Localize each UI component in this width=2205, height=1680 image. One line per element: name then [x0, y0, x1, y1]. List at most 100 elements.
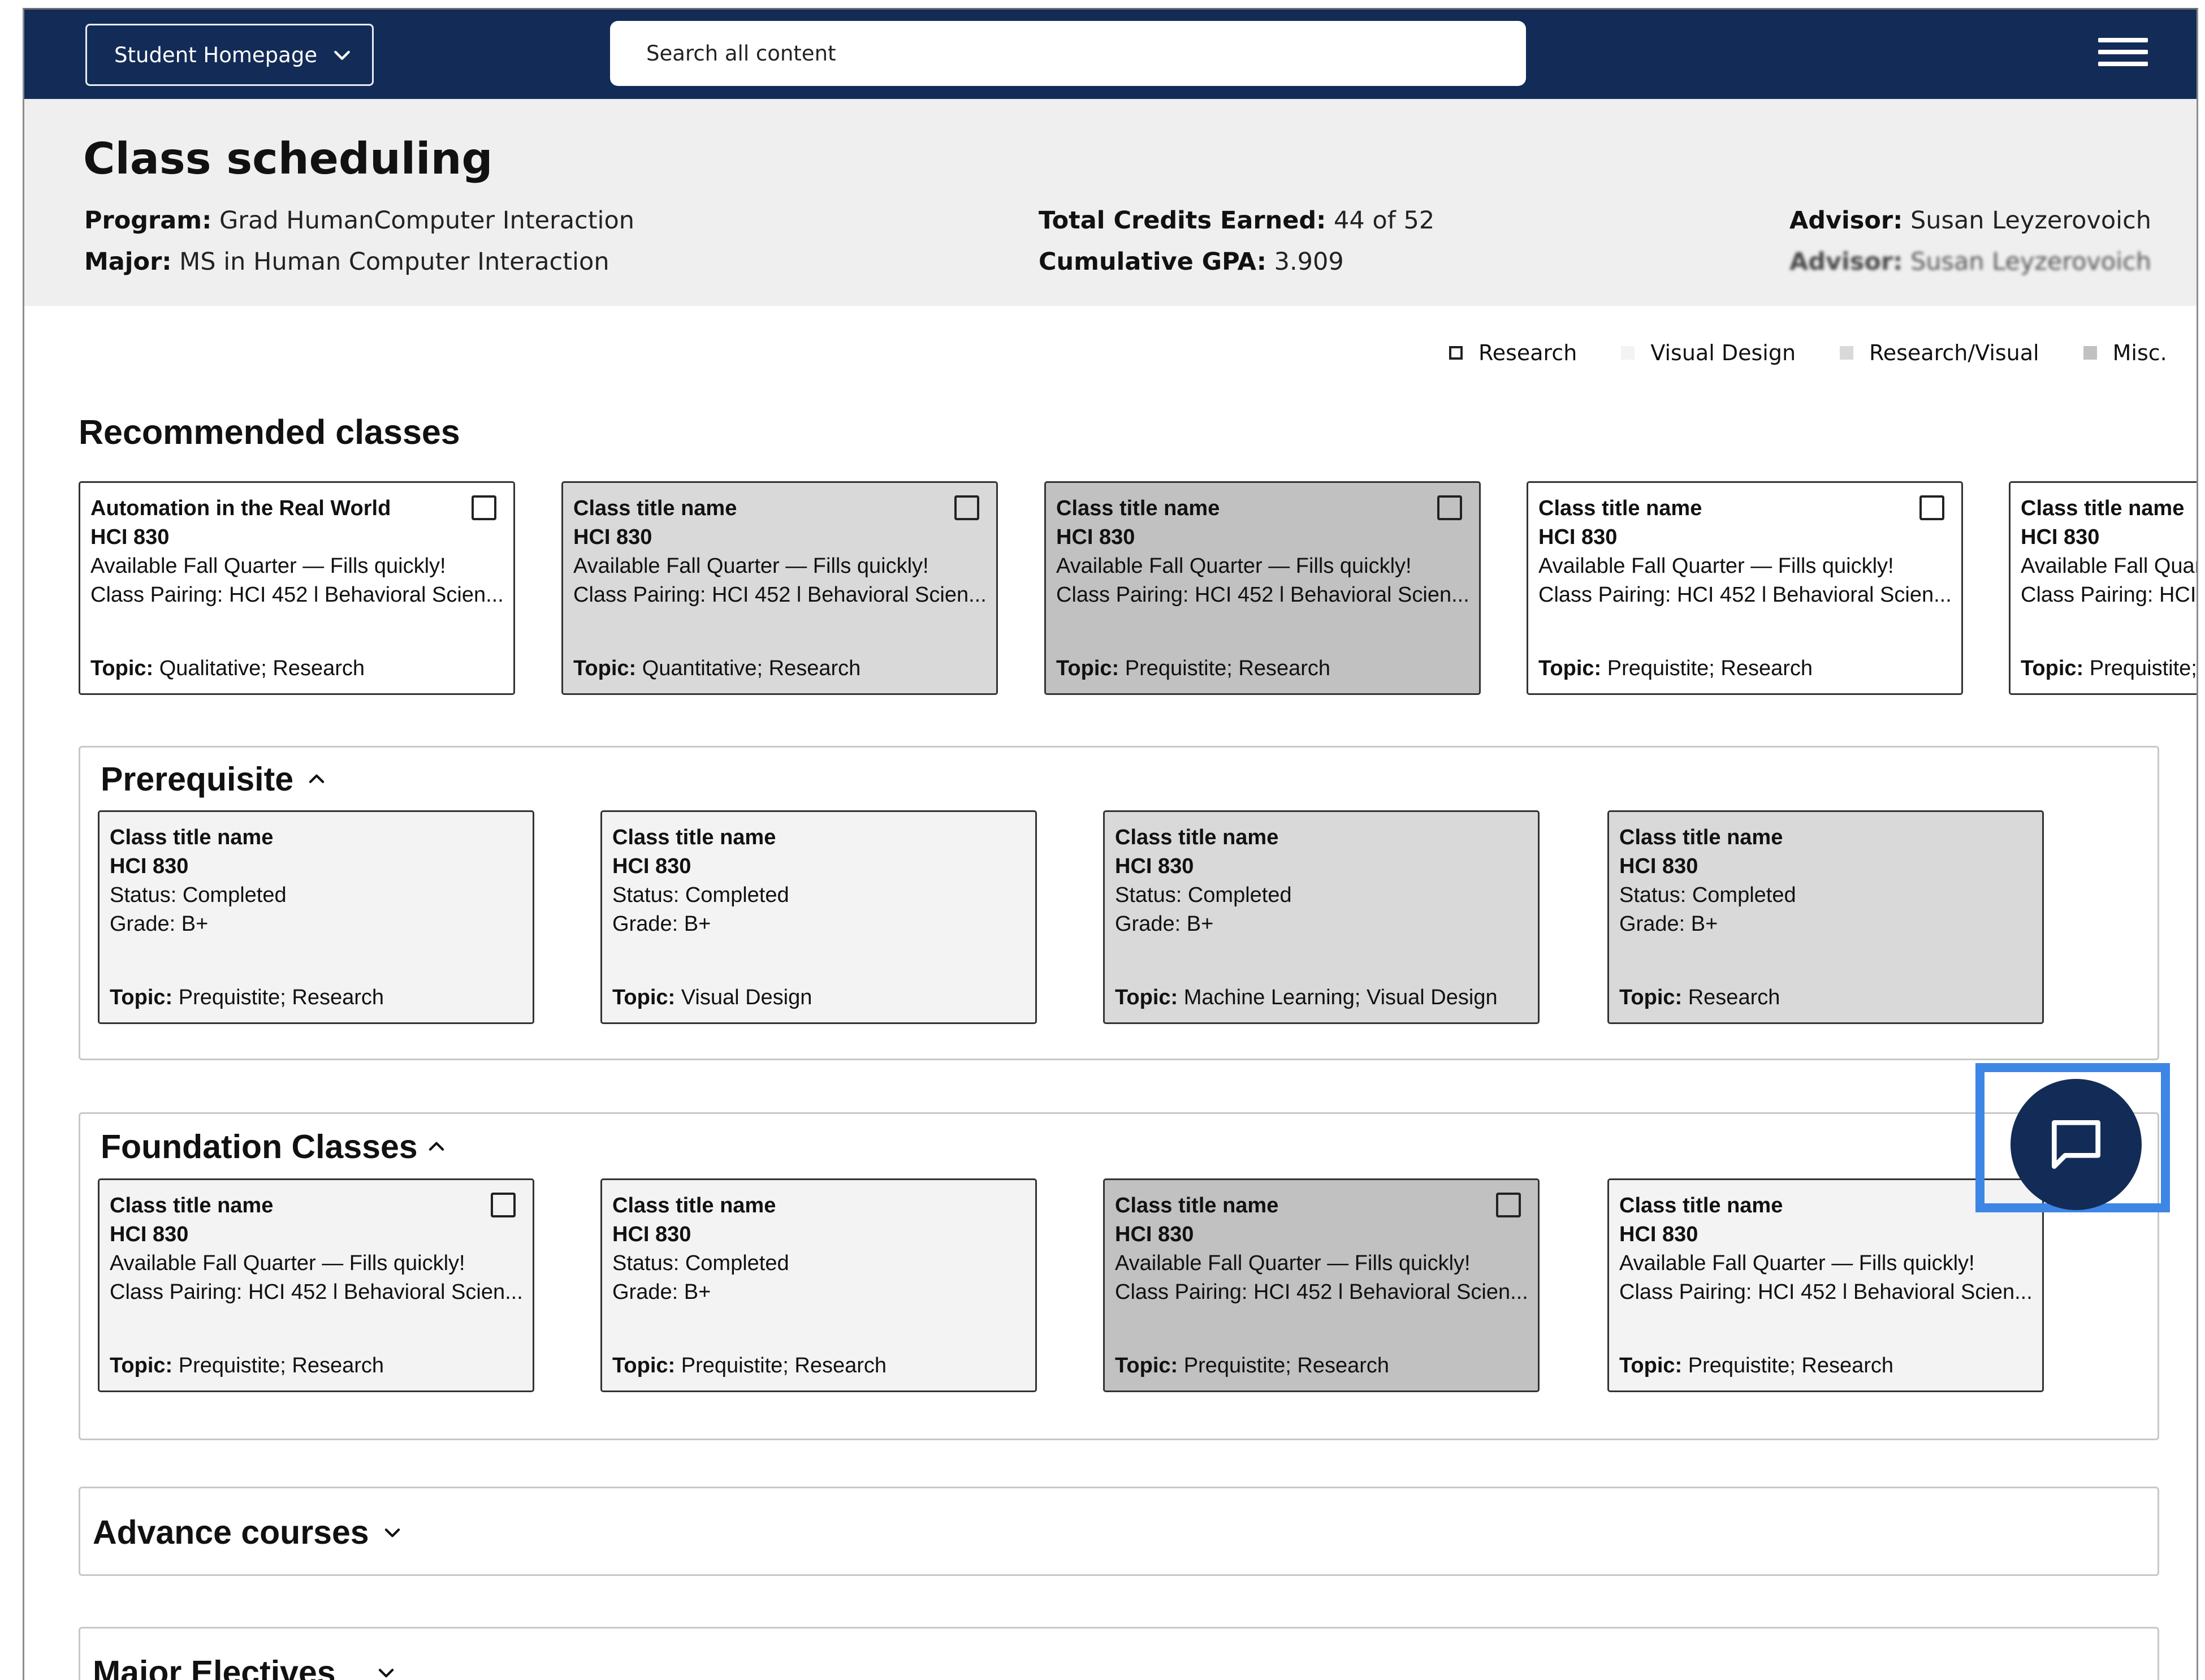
class-detail-line-2: Class Pairing: HCI 452 l Behavioral Scie… [110, 1280, 523, 1304]
class-card[interactable]: Class title name HCI 830 Status: Completed… [1607, 810, 2044, 1024]
gpa-value: 3.909 [1274, 248, 1344, 276]
legend-label: Misc. [2112, 340, 2167, 365]
topic-legend: Research Visual Design Research/Visual Misc… [1449, 340, 2167, 365]
select-checkbox[interactable] [1919, 495, 1944, 520]
topic-value: Prequistite; Research [178, 986, 384, 1009]
class-detail-line-2: Class Pairing: HCI 452 l Behavioral Scie… [1056, 583, 1469, 607]
class-topic: Topic: Prequistite; Research [2021, 654, 2197, 683]
class-title: Class title name [1115, 1194, 1279, 1217]
class-detail-line-1: Available Fall Quarter — Fills quickly! [1056, 554, 1412, 578]
student-info-panel: Class scheduling Program: Grad HumanComp… [24, 99, 2197, 306]
credits-value: 44 of 52 [1334, 206, 1435, 235]
topic-label: Topic: [1619, 986, 1683, 1009]
class-detail-line-2: Class Pairing: HCI 452 l Behavioral Scie… [1115, 1280, 1528, 1304]
class-title: Class title name [110, 1194, 274, 1217]
advisor-info-blurred: Advisor: Susan Leyzerovoich [1789, 248, 2151, 276]
class-detail-line-1: Available Fall Quarter — Fills quickly! [110, 1251, 465, 1275]
major-electives-section[interactable]: Major Electives [79, 1627, 2159, 1680]
class-title: Automation in the Real World [90, 496, 391, 520]
class-detail-line-1: Available Fall Quarter — Fills quickly! [2021, 554, 2197, 578]
legend-swatch [1449, 346, 1463, 360]
class-code: HCI 830 [90, 525, 170, 549]
chevron-up-icon [429, 1142, 444, 1151]
class-title: Class title name [612, 826, 776, 849]
class-card[interactable]: Automation in the Real World HCI 830 Avail… [79, 481, 515, 695]
major-value: MS in Human Computer Interaction [179, 248, 609, 276]
class-detail-line-1: Status: Completed [612, 1251, 789, 1275]
chevron-down-icon [334, 50, 350, 60]
class-code: HCI 830 [2021, 525, 2100, 549]
class-topic: Topic: Prequistite; Research [612, 1351, 887, 1380]
topic-label: Topic: [90, 657, 154, 680]
legend-swatch [1621, 346, 1635, 360]
search-input[interactable]: Search all content [610, 21, 1526, 86]
chevron-up-icon [309, 774, 325, 783]
class-title: Class title name [573, 496, 737, 520]
menu-icon[interactable] [2098, 38, 2148, 70]
class-detail-line-2: Class Pairing: HCI 452 l Behavioral Scie… [1538, 583, 1952, 607]
class-title: Class title name [1619, 826, 1783, 849]
class-topic: Topic: Visual Design [612, 983, 812, 1012]
prerequisite-title: Prerequisite [101, 761, 294, 798]
topic-label: Topic: [110, 1354, 173, 1377]
class-card[interactable]: Class title name HCI 830 Status: Completed… [600, 810, 1037, 1024]
advance-courses-header[interactable]: Advance courses [93, 1513, 403, 1552]
class-card[interactable]: Class title name HCI 830 Available Fall Qu… [1044, 481, 1481, 695]
major-label: Major: [84, 248, 172, 276]
class-detail-line-2: Grade: B+ [612, 1280, 711, 1304]
class-detail-line-1: Status: Completed [612, 883, 789, 907]
class-topic: Topic: Prequistite; Research [110, 983, 384, 1012]
prerequisite-header[interactable]: Prerequisite [101, 760, 327, 798]
class-detail-line-1: Available Fall Quarter — Fills quickly! [573, 554, 929, 578]
select-checkbox[interactable] [1496, 1193, 1521, 1217]
class-card[interactable]: Class title name HCI 830 Available Fall Qu… [1103, 1178, 1540, 1392]
class-card[interactable]: Class title name HCI 830 Available Fall Qu… [1527, 481, 1963, 695]
advance-courses-section[interactable]: Advance courses [79, 1487, 2159, 1576]
student-homepage-dropdown[interactable]: Student Homepage [85, 24, 374, 86]
dropdown-label: Student Homepage [114, 42, 318, 67]
legend-item: Research [1449, 340, 1577, 365]
class-card[interactable]: Class title name HCI 830 Status: Completed… [1103, 810, 1540, 1024]
topic-value: Prequistite; Research [1183, 1354, 1390, 1377]
select-checkbox[interactable] [491, 1193, 516, 1217]
advisor2-value: Susan Leyzerovoich [1910, 248, 2151, 276]
class-card[interactable]: Class title name HCI 830 Status: Completed… [600, 1178, 1037, 1392]
program-label: Program: [84, 206, 212, 235]
class-detail-line-1: Available Fall Quarter — Fills quickly! [1619, 1251, 1975, 1275]
select-checkbox[interactable] [472, 495, 496, 520]
select-checkbox[interactable] [954, 495, 979, 520]
program-info: Program: Grad HumanComputer Interaction [84, 206, 634, 235]
class-code: HCI 830 [1056, 525, 1135, 549]
class-card[interactable]: Class title name HCI 830 Available Fall Qu… [2009, 481, 2197, 695]
topic-value: Prequistite; Research [2089, 657, 2197, 680]
topic-value: Prequistite; Research [1607, 657, 1813, 680]
class-topic: Topic: Prequistite; Research [1115, 1351, 1389, 1380]
topic-value: Qualitative; Research [159, 657, 365, 680]
class-detail-line-2: Class Pairing: HCI 452 l Behavioral Scie… [1619, 1280, 2033, 1304]
major-electives-header[interactable]: Major Electives [93, 1653, 397, 1680]
chat-button[interactable] [2011, 1079, 2142, 1210]
class-card[interactable]: Class title name HCI 830 Available Fall Qu… [561, 481, 998, 695]
foundation-header[interactable]: Foundation Classes [101, 1128, 447, 1166]
class-card[interactable]: Class title name HCI 830 Status: Completed… [98, 810, 534, 1024]
chevron-down-icon [378, 1669, 394, 1678]
class-detail-line-1: Available Fall Quarter — Fills quickly! [1115, 1251, 1471, 1275]
advance-courses-title: Advance courses [93, 1514, 369, 1551]
class-card[interactable]: Class title name HCI 830 Available Fall Qu… [98, 1178, 534, 1392]
select-checkbox[interactable] [1437, 495, 1462, 520]
legend-item: Misc. [2083, 340, 2167, 365]
class-topic: Topic: Quantitative; Research [573, 654, 861, 683]
topic-label: Topic: [612, 1354, 676, 1377]
page-title: Class scheduling [83, 134, 493, 184]
legend-swatch [2083, 346, 2097, 360]
class-topic: Topic: Research [1619, 983, 1780, 1012]
class-detail-line-2: Class Pairing: HCI 452 l Behavioral Scie… [90, 583, 504, 607]
legend-swatch [1840, 346, 1854, 360]
legend-item: Visual Design [1621, 340, 1796, 365]
class-title: Class title name [612, 1194, 776, 1217]
search-placeholder: Search all content [646, 41, 836, 66]
foundation-title: Foundation Classes [101, 1128, 418, 1165]
class-title: Class title name [2021, 496, 2185, 520]
credits-label: Total Credits Earned: [1039, 206, 1326, 235]
class-topic: Topic: Prequistite; Research [1056, 654, 1330, 683]
